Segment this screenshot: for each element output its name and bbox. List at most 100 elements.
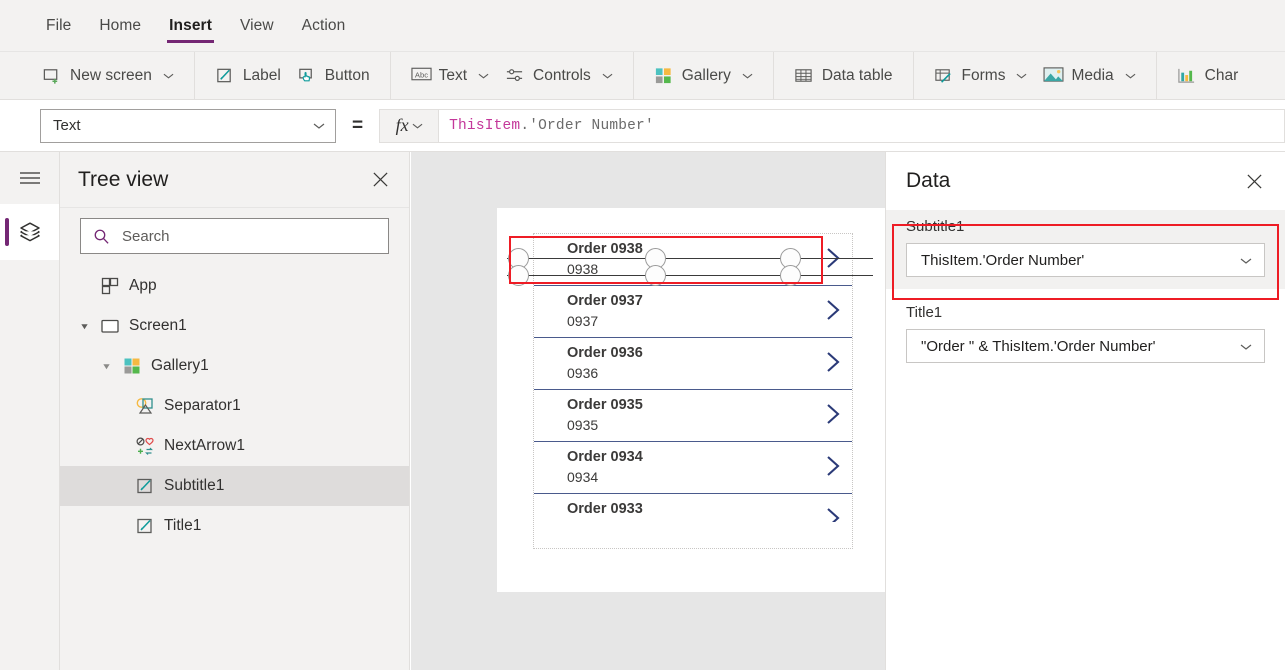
next-arrow-icon[interactable] (826, 507, 840, 522)
ribbon-button-new-screen[interactable]: New screen (34, 59, 182, 93)
close-data-panel-button[interactable] (1241, 168, 1267, 194)
tree-node-label: Gallery1 (151, 357, 209, 375)
resize-handle-top-left[interactable] (508, 248, 529, 269)
tree-node-subtitle1[interactable]: Subtitle1 (60, 466, 409, 506)
rail-tab-tree-view[interactable] (0, 204, 59, 260)
gallery-icon (654, 66, 673, 85)
separator-icon (135, 396, 155, 416)
data-field-dropdown-title1[interactable]: "Order " & ThisItem.'Order Number' (906, 329, 1265, 363)
tree-node-label: Subtitle1 (164, 477, 224, 495)
ribbon-label-button: Button (325, 67, 370, 85)
gallery-row[interactable]: Order 0936 0936 (534, 338, 852, 390)
insert-ribbon-toolbar: New screen Label Button Abc (0, 52, 1285, 100)
tree-node-title1[interactable]: Title1 (60, 506, 409, 546)
menu-item-home[interactable]: Home (85, 0, 155, 52)
ribbon-button-text[interactable]: Abc Text (403, 59, 497, 93)
next-arrow-icon[interactable] (826, 455, 840, 482)
tree-node-list: App Screen1 Gallery1 (60, 264, 409, 546)
data-field-title1: Title1 "Order " & ThisItem.'Order Number… (886, 304, 1285, 363)
app-canvas[interactable]: Order 0938 0938 Order 0937 0937 Order 09… (411, 152, 885, 670)
gallery-row-title: Order 0933 (567, 501, 852, 518)
ribbon-label-media: Media (1071, 67, 1113, 85)
ribbon-button-button[interactable]: Button (289, 59, 378, 93)
next-arrow-icon[interactable] (826, 403, 840, 430)
hamburger-menu-button[interactable] (0, 152, 59, 204)
ribbon-label-gallery: Gallery (682, 67, 731, 85)
chevron-down-icon[interactable] (602, 72, 613, 80)
formula-input[interactable]: ThisItem.'Order Number' (439, 109, 1285, 143)
ribbon-button-controls[interactable]: Controls (497, 59, 621, 93)
new-screen-icon (42, 66, 61, 85)
property-selector-dropdown[interactable]: Text (40, 109, 336, 143)
next-arrow-icon[interactable] (826, 247, 840, 274)
ribbon-label-data-table: Data table (822, 67, 893, 85)
tree-node-gallery1[interactable]: Gallery1 (60, 346, 409, 386)
data-field-label: Subtitle1 (906, 218, 1265, 235)
search-input[interactable] (120, 227, 376, 246)
ribbon-label-forms: Forms (962, 67, 1006, 85)
twisty-expanded-icon[interactable] (78, 320, 91, 333)
next-arrow-icon[interactable] (826, 351, 840, 378)
tree-node-screen1[interactable]: Screen1 (60, 306, 409, 346)
tree-node-label: Title1 (164, 517, 201, 535)
screen1-canvas-surface[interactable]: Order 0938 0938 Order 0937 0937 Order 09… (497, 208, 885, 592)
menu-item-view[interactable]: View (226, 0, 288, 52)
gallery-row-subtitle: 0936 (567, 365, 852, 382)
gallery-row-subtitle: 0934 (567, 469, 852, 486)
ribbon-button-label[interactable]: Label (207, 59, 289, 93)
menu-item-action[interactable]: Action (288, 0, 360, 52)
ribbon-button-media[interactable]: Media (1035, 59, 1143, 93)
ribbon-button-forms[interactable]: Forms (926, 59, 1036, 93)
resize-handle-bottom-left[interactable] (508, 265, 529, 286)
tree-node-nextarrow1[interactable]: NextArrow1 (60, 426, 409, 466)
data-panel: Data Subtitle1 ThisItem.'Order Number' T… (885, 152, 1285, 670)
gallery-row[interactable]: Order 0935 0935 (534, 390, 852, 442)
ribbon-group-controls-basic: Label Button (195, 52, 391, 100)
gallery-row[interactable]: Order 0937 0937 (534, 286, 852, 338)
gallery-row-subtitle: 0935 (567, 417, 852, 434)
data-field-dropdown-subtitle1[interactable]: ThisItem.'Order Number' (906, 243, 1265, 277)
close-tree-view-button[interactable] (367, 167, 393, 193)
gallery-row-clipped[interactable]: Order 0933 (534, 494, 852, 522)
gallery-row[interactable]: Order 0938 0938 (534, 234, 852, 286)
ribbon-button-gallery[interactable]: Gallery (646, 59, 761, 93)
gallery-row-title: Order 0936 (567, 345, 852, 362)
gallery-row-subtitle: 0937 (567, 313, 852, 330)
ribbon-label-label: Label (243, 67, 281, 85)
left-rail (0, 152, 60, 670)
tree-node-app[interactable]: App (60, 266, 409, 306)
ribbon-label-text: Text (439, 67, 467, 85)
tree-node-label: Separator1 (164, 397, 241, 415)
chevron-down-icon (1240, 252, 1252, 269)
next-arrow-icon[interactable] (826, 299, 840, 326)
tree-search-box[interactable] (80, 218, 389, 254)
equals-sign: = (352, 115, 363, 137)
ribbon-group-gallery: Gallery (634, 52, 774, 100)
gallery-row[interactable]: Order 0934 0934 (534, 442, 852, 494)
gallery-row-title: Order 0935 (567, 397, 852, 414)
chevron-down-icon[interactable] (1125, 72, 1136, 80)
chevron-down-icon[interactable] (478, 72, 489, 80)
gallery1-control[interactable]: Order 0938 0938 Order 0937 0937 Order 09… (533, 233, 853, 549)
data-panel-header: Data (886, 152, 1285, 210)
ribbon-group-chart: Char (1157, 52, 1259, 100)
fx-expand-button[interactable]: fx (379, 109, 439, 143)
menu-item-insert[interactable]: Insert (155, 0, 226, 52)
ribbon-group-forms-media: Forms Media (914, 52, 1157, 100)
ribbon-button-data-table[interactable]: Data table (786, 59, 901, 93)
chevron-down-icon[interactable] (1016, 72, 1027, 80)
hamburger-icon (19, 170, 41, 186)
chevron-down-icon[interactable] (163, 72, 174, 80)
media-image-icon (1043, 66, 1062, 85)
main-menu-bar: File Home Insert View Action (0, 0, 1285, 52)
label-icon (135, 476, 155, 496)
label-icon (135, 516, 155, 536)
layers-icon (18, 220, 42, 244)
property-selector-value: Text (53, 117, 81, 134)
twisty-expanded-icon[interactable] (100, 360, 113, 373)
tree-node-separator1[interactable]: Separator1 (60, 386, 409, 426)
ribbon-button-chart[interactable]: Char (1169, 59, 1247, 93)
menu-item-file[interactable]: File (32, 0, 85, 52)
chevron-down-icon[interactable] (742, 72, 753, 80)
gallery-row-title: Order 0934 (567, 449, 852, 466)
